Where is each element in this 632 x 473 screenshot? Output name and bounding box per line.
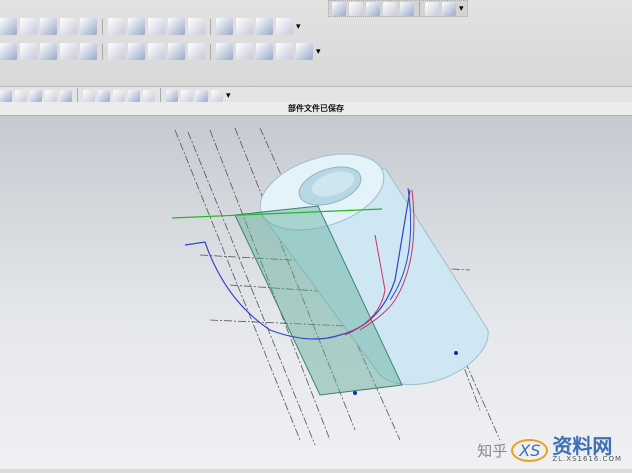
point-marker[interactable] <box>353 391 357 395</box>
line-icon[interactable] <box>60 90 72 102</box>
block-feature-icon[interactable] <box>108 18 125 35</box>
trim-icon[interactable] <box>148 43 165 60</box>
layer-icon[interactable] <box>211 90 223 102</box>
toolbar-overflow-icon[interactable]: ▾ <box>296 22 301 32</box>
pattern-icon[interactable] <box>236 43 253 60</box>
triangle-icon[interactable] <box>188 43 205 60</box>
people-icon[interactable] <box>400 1 414 16</box>
hand-icon[interactable] <box>196 90 208 102</box>
graphics-viewport[interactable]: 知乎 XS 资料网 ZL.XS1616.COM <box>0 116 632 469</box>
toolbar-area: ▾ ▾ ▾ <box>0 0 632 86</box>
book2-icon[interactable] <box>349 1 363 16</box>
surface-icon[interactable] <box>20 18 37 35</box>
line2-icon[interactable] <box>83 90 95 102</box>
pocket-icon[interactable] <box>168 18 185 35</box>
book-icon[interactable] <box>332 1 346 16</box>
separator <box>102 18 103 35</box>
plane-icon[interactable] <box>256 18 273 35</box>
watermark-brand: 资料网 <box>552 434 613 458</box>
separator <box>210 43 211 60</box>
circle-icon[interactable] <box>143 90 155 102</box>
watermark: 知乎 XS 资料网 ZL.XS1616.COM <box>477 434 622 463</box>
cylinder-icon[interactable] <box>60 43 77 60</box>
gear-icon[interactable] <box>276 43 293 60</box>
sheet-icon[interactable] <box>80 18 97 35</box>
cone-icon[interactable] <box>0 43 17 60</box>
snap-icon[interactable] <box>45 90 57 102</box>
watermark-url: ZL.XS1616.COM <box>552 455 622 463</box>
status-message: 部件文件已保存 <box>288 104 344 113</box>
box-icon[interactable] <box>236 18 253 35</box>
separator <box>210 18 211 35</box>
points-icon[interactable] <box>30 90 42 102</box>
curve-tool-icon[interactable] <box>425 1 439 16</box>
watermark-zhihu: 知乎 <box>477 441 508 460</box>
assembly-icon[interactable] <box>256 43 273 60</box>
block-icon[interactable] <box>20 43 37 60</box>
plus-icon[interactable] <box>166 90 178 102</box>
pad-icon[interactable] <box>128 18 145 35</box>
boss-icon[interactable] <box>148 18 165 35</box>
circle-center-icon[interactable] <box>128 90 140 102</box>
toolbar-topright: ▾ <box>328 0 468 17</box>
model-canvas[interactable] <box>0 116 632 469</box>
separator <box>419 0 420 17</box>
image-icon[interactable] <box>216 43 233 60</box>
status-bar: 部件文件已保存 <box>0 102 632 116</box>
diamond-icon[interactable] <box>383 1 397 16</box>
revolve-icon[interactable] <box>60 18 77 35</box>
toolbar-overflow-icon[interactable]: ▾ <box>226 91 231 101</box>
toolbar-row2: ▾ <box>0 43 321 60</box>
torus-icon[interactable] <box>128 43 145 60</box>
groove-icon[interactable] <box>216 18 233 35</box>
separator <box>102 43 103 60</box>
thicken-icon[interactable] <box>168 43 185 60</box>
extrude-icon[interactable] <box>40 18 57 35</box>
view-icon[interactable] <box>0 18 17 35</box>
cloud-icon[interactable] <box>366 1 380 16</box>
render-icon[interactable] <box>0 90 12 102</box>
toolbar-row3: ▾ <box>0 86 632 104</box>
view-cube-icon[interactable] <box>276 18 293 35</box>
pen-icon[interactable] <box>108 43 125 60</box>
gear2-icon[interactable] <box>296 43 313 60</box>
watermark-logo: XS <box>511 438 549 462</box>
cube-icon[interactable] <box>40 43 57 60</box>
arrow-icon[interactable] <box>113 90 125 102</box>
point-marker[interactable] <box>454 351 458 355</box>
camera-icon[interactable] <box>442 1 456 16</box>
cylinder2-icon[interactable] <box>80 43 97 60</box>
toolbar-overflow-icon[interactable]: ▾ <box>459 4 464 14</box>
toolbar-row1: ▾ <box>0 18 301 35</box>
slot-icon[interactable] <box>188 18 205 35</box>
shaded-icon[interactable] <box>15 90 27 102</box>
curve-icon[interactable] <box>98 90 110 102</box>
toolbar-overflow-icon[interactable]: ▾ <box>316 47 321 57</box>
line3-icon[interactable] <box>181 90 193 102</box>
